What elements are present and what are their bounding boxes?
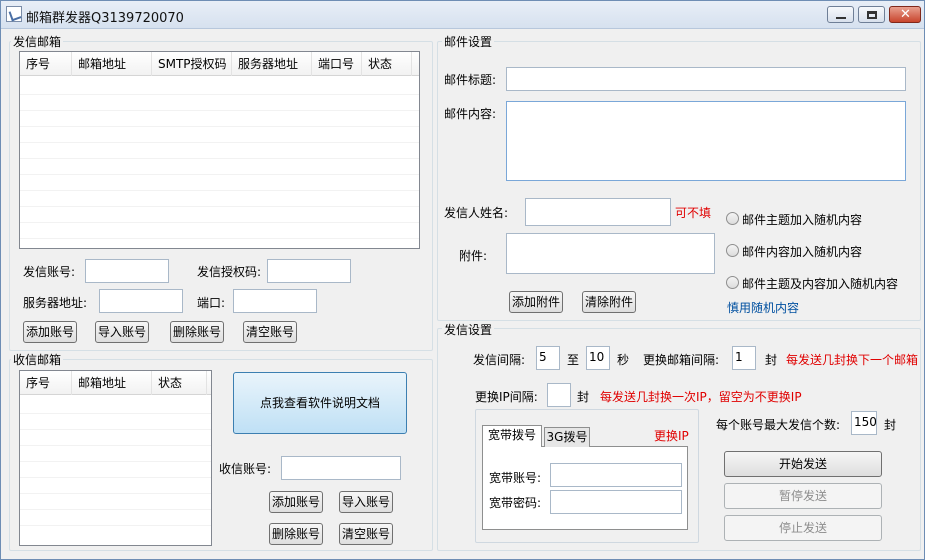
sender-auth-label: 发信授权码: xyxy=(197,265,262,279)
content-textarea[interactable] xyxy=(506,101,906,181)
broadband-account-input[interactable] xyxy=(550,463,682,487)
switch-ip-input[interactable] xyxy=(547,383,571,407)
sender-account-label: 发信账号: xyxy=(23,265,76,279)
column-header[interactable]: 服务器地址 xyxy=(232,52,312,76)
receiver-account-list[interactable]: 序号 邮箱地址 状态 xyxy=(19,370,212,546)
subject-random-label[interactable]: 邮件主题加入随机内容 xyxy=(742,211,862,228)
send-group-title: 发信设置 xyxy=(442,321,495,338)
sender-import-account-button[interactable]: 导入账号 xyxy=(95,321,149,343)
sender-add-account-button[interactable]: 添加账号 xyxy=(23,321,77,343)
minimize-button[interactable] xyxy=(827,6,854,23)
app-logo-icon xyxy=(6,6,22,22)
server-address-label: 服务器地址: xyxy=(23,296,88,310)
mail-group-title: 邮件设置 xyxy=(442,33,495,50)
broadband-account-label: 宽带账号: xyxy=(489,471,542,485)
change-ip-link[interactable]: 更换IP xyxy=(654,427,689,444)
column-header[interactable]: 端口号 xyxy=(312,52,362,76)
both-random-radio[interactable] xyxy=(726,276,739,289)
close-icon: ✕ xyxy=(900,7,911,22)
optional-note: 可不填 xyxy=(675,206,712,220)
column-header[interactable]: 状态 xyxy=(152,371,207,395)
interval-label: 发信间隔: xyxy=(473,353,526,367)
broadband-password-label: 宽带密码: xyxy=(489,496,542,510)
interval-min-input[interactable]: 5 xyxy=(536,346,560,370)
subject-input[interactable] xyxy=(506,67,906,91)
maximize-button[interactable] xyxy=(858,6,885,23)
close-button[interactable]: ✕ xyxy=(889,6,921,23)
add-attachment-button[interactable]: 添加附件 xyxy=(509,291,563,313)
sender-clear-account-button[interactable]: 清空账号 xyxy=(243,321,297,343)
clear-attachment-button[interactable]: 清除附件 xyxy=(582,291,636,313)
app-window: 邮箱群发器Q3139720070 ✕ 发信邮箱 序号 邮箱地址 SMTP授权码 … xyxy=(0,0,925,560)
receiver-import-account-button[interactable]: 导入账号 xyxy=(339,491,393,513)
switch-mailbox-unit: 封 xyxy=(765,353,778,367)
switch-mailbox-hint: 每发送几封换下一个邮箱 xyxy=(786,353,919,367)
minimize-icon xyxy=(836,17,846,19)
receiver-list-header: 序号 邮箱地址 状态 xyxy=(20,371,211,395)
sender-auth-input[interactable] xyxy=(267,259,351,283)
content-random-radio[interactable] xyxy=(726,244,739,257)
switch-ip-hint: 每发送几封换一次IP，留空为不更换IP xyxy=(600,390,802,404)
switch-mailbox-label: 更换邮箱间隔: xyxy=(643,353,720,367)
server-address-input[interactable] xyxy=(99,289,183,313)
max-per-account-label: 每个账号最大发信个数: xyxy=(716,418,841,432)
window-title: 邮箱群发器Q3139720070 xyxy=(26,11,184,26)
title-bar: 邮箱群发器Q3139720070 ✕ xyxy=(1,1,924,29)
sender-name-input[interactable] xyxy=(525,198,671,226)
max-per-account-input[interactable]: 150 xyxy=(851,411,877,435)
content-label: 邮件内容: xyxy=(444,107,497,121)
start-send-button[interactable]: 开始发送 xyxy=(724,451,882,477)
column-header[interactable]: 序号 xyxy=(20,52,72,76)
attachment-box[interactable] xyxy=(506,233,715,274)
port-label: 端口: xyxy=(197,296,226,310)
interval-max-input[interactable]: 10 xyxy=(586,346,610,370)
receiver-account-input[interactable] xyxy=(281,456,401,480)
switch-mailbox-input[interactable]: 1 xyxy=(732,346,756,370)
broadband-password-input[interactable] xyxy=(550,490,682,514)
receiver-delete-account-button[interactable]: 删除账号 xyxy=(269,523,323,545)
tab-broadband[interactable]: 宽带拨号 xyxy=(482,425,542,447)
sender-account-input[interactable] xyxy=(85,259,169,283)
view-documentation-button[interactable]: 点我查看软件说明文档 xyxy=(233,372,407,434)
pause-send-button[interactable]: 暂停发送 xyxy=(724,483,882,509)
sender-list-header: 序号 邮箱地址 SMTP授权码 服务器地址 端口号 状态 xyxy=(20,52,419,76)
tab-3g[interactable]: 3G拨号 xyxy=(544,427,590,447)
broadband-tab-panel xyxy=(482,446,688,530)
column-header[interactable]: 状态 xyxy=(362,52,412,76)
column-header[interactable]: 邮箱地址 xyxy=(72,52,152,76)
subject-label: 邮件标题: xyxy=(444,73,497,87)
switch-ip-label: 更换IP间隔: xyxy=(475,390,538,404)
switch-ip-unit: 封 xyxy=(577,390,590,404)
random-warning: 慎用随机内容 xyxy=(727,301,800,315)
receiver-clear-account-button[interactable]: 清空账号 xyxy=(339,523,393,545)
maximize-icon xyxy=(867,11,877,19)
column-header[interactable]: SMTP授权码 xyxy=(152,52,232,76)
stop-send-button[interactable]: 停止发送 xyxy=(724,515,882,541)
sender-delete-account-button[interactable]: 删除账号 xyxy=(170,321,224,343)
subject-random-radio[interactable] xyxy=(726,212,739,225)
receiver-add-account-button[interactable]: 添加账号 xyxy=(269,491,323,513)
port-input[interactable] xyxy=(233,289,317,313)
interval-to-label: 至 xyxy=(567,353,580,367)
sender-group-title: 发信邮箱 xyxy=(11,33,64,50)
sender-account-list[interactable]: 序号 邮箱地址 SMTP授权码 服务器地址 端口号 状态 xyxy=(19,51,420,249)
content-random-label[interactable]: 邮件内容加入随机内容 xyxy=(742,243,862,260)
max-per-account-unit: 封 xyxy=(884,418,897,432)
column-header[interactable]: 邮箱地址 xyxy=(72,371,152,395)
receiver-account-label: 收信账号: xyxy=(219,462,272,476)
receiver-group-title: 收信邮箱 xyxy=(11,351,64,368)
interval-unit: 秒 xyxy=(617,353,630,367)
attachment-label: 附件: xyxy=(459,249,488,263)
sender-name-label: 发信人姓名: xyxy=(444,206,509,220)
both-random-label[interactable]: 邮件主题及内容加入随机内容 xyxy=(742,275,898,292)
column-header[interactable]: 序号 xyxy=(20,371,72,395)
